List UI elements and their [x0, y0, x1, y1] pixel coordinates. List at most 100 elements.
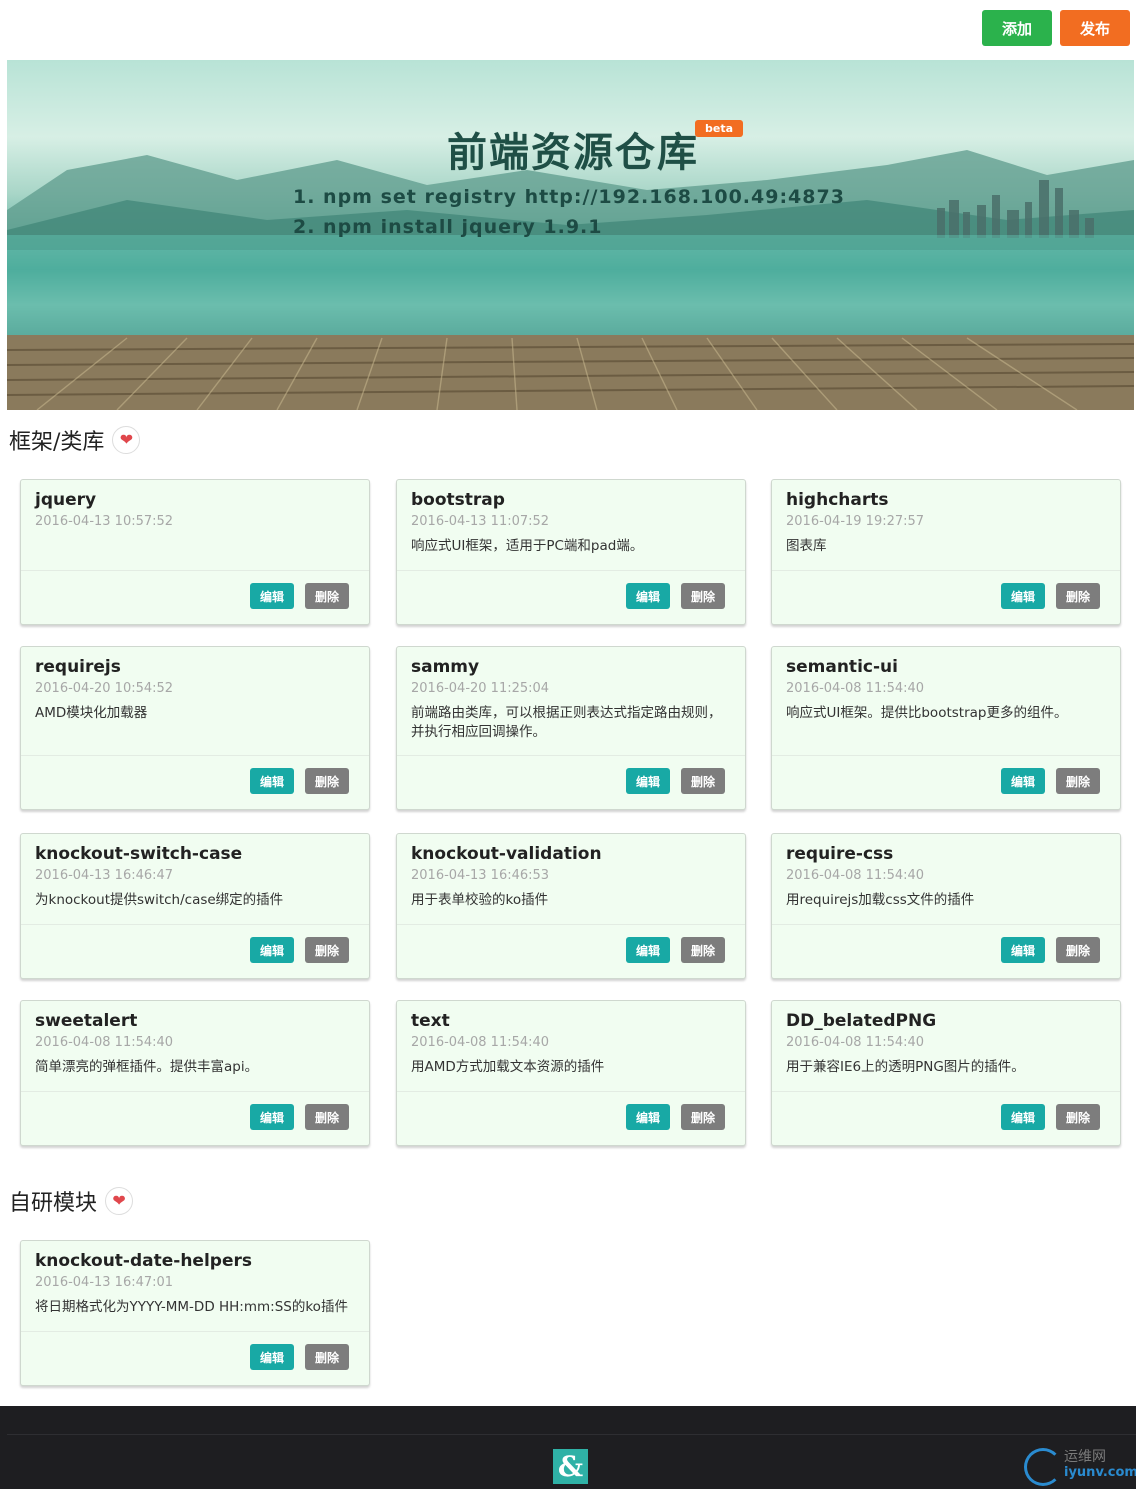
package-date: 2016-04-20 11:25:04: [411, 681, 550, 696]
package-name[interactable]: requirejs: [35, 657, 121, 677]
edit-button[interactable]: 编辑: [250, 937, 294, 963]
card-footer: 编辑 删除: [397, 755, 745, 809]
delete-button[interactable]: 删除: [305, 768, 349, 794]
delete-button[interactable]: 删除: [681, 768, 725, 794]
card-footer: 编辑 删除: [21, 570, 369, 624]
edit-button[interactable]: 编辑: [1001, 583, 1045, 609]
package-date: 2016-04-08 11:54:40: [35, 1035, 174, 1050]
package-card: jquery 2016-04-13 10:57:52 编辑 删除: [20, 479, 370, 625]
package-card: bootstrap 2016-04-13 11:07:52 响应式UI框架，适用于P…: [396, 479, 746, 625]
package-description: 响应式UI框架，适用于PC端和pad端。: [411, 538, 644, 554]
delete-button[interactable]: 删除: [305, 1104, 349, 1130]
package-name[interactable]: knockout-validation: [411, 844, 602, 864]
delete-button[interactable]: 删除: [1056, 1104, 1100, 1130]
edit-button[interactable]: 编辑: [626, 1104, 670, 1130]
delete-button[interactable]: 删除: [1056, 583, 1100, 609]
package-description: 将日期格式化为YYYY-MM-DD HH:mm:SS的ko插件: [35, 1299, 348, 1315]
card-footer: 编辑 删除: [772, 1091, 1120, 1145]
package-date: 2016-04-19 19:27:57: [786, 514, 925, 529]
publish-button[interactable]: 发布: [1060, 10, 1130, 46]
hero-banner: 前端资源仓库 beta 1. npm set registry http://1…: [7, 60, 1134, 410]
delete-button[interactable]: 删除: [305, 1344, 349, 1370]
delete-button[interactable]: 删除: [305, 583, 349, 609]
package-name[interactable]: highcharts: [786, 490, 888, 510]
edit-button[interactable]: 编辑: [1001, 1104, 1045, 1130]
package-date: 2016-04-08 11:54:40: [786, 868, 925, 883]
card-footer: 编辑 删除: [397, 924, 745, 978]
edit-button[interactable]: 编辑: [250, 1104, 294, 1130]
package-card: DD_belatedPNG 2016-04-08 11:54:40 用于兼容IE6上…: [771, 1000, 1121, 1146]
edit-button[interactable]: 编辑: [1001, 937, 1045, 963]
package-card: sweetalert 2016-04-08 11:54:40 简单漂亮的弹框插件。提…: [20, 1000, 370, 1146]
package-name[interactable]: knockout-switch-case: [35, 844, 242, 864]
card-footer: 编辑 删除: [21, 1091, 369, 1145]
install-step-2: 2. npm install jquery 1.9.1: [293, 216, 603, 238]
package-name[interactable]: bootstrap: [411, 490, 505, 510]
edit-button[interactable]: 编辑: [626, 937, 670, 963]
watermark-text-en: iyunv.com: [1064, 1465, 1136, 1480]
heart-icon[interactable]: ❤: [105, 1187, 134, 1215]
package-name[interactable]: DD_belatedPNG: [786, 1011, 936, 1031]
package-card: semantic-ui 2016-04-08 11:54:40 响应式UI框架。提供…: [771, 646, 1121, 810]
card-footer: 编辑 删除: [397, 1091, 745, 1145]
card-footer: 编辑 删除: [772, 755, 1120, 809]
package-description: 图表库: [786, 538, 827, 554]
package-description: 用于表单校验的ko插件: [411, 892, 549, 908]
watermark-logo-icon: [1024, 1448, 1062, 1486]
package-description: 简单漂亮的弹框插件。提供丰富api。: [35, 1059, 259, 1075]
edit-button[interactable]: 编辑: [626, 583, 670, 609]
card-footer: 编辑 删除: [397, 570, 745, 624]
watermark-text-cn: 运维网: [1064, 1449, 1106, 1465]
banner-title: 前端资源仓库: [447, 129, 699, 176]
edit-button[interactable]: 编辑: [250, 1344, 294, 1370]
package-name[interactable]: jquery: [35, 490, 96, 510]
card-footer: 编辑 删除: [772, 570, 1120, 624]
edit-button[interactable]: 编辑: [626, 768, 670, 794]
section-title: 自研模块: [9, 1191, 98, 1216]
package-date: 2016-04-13 11:07:52: [411, 514, 550, 529]
heart-icon[interactable]: ❤: [112, 426, 141, 454]
package-date: 2016-04-08 11:54:40: [786, 1035, 925, 1050]
package-date: 2016-04-13 16:47:01: [35, 1275, 174, 1290]
card-footer: 编辑 删除: [21, 924, 369, 978]
package-card: text 2016-04-08 11:54:40 用AMD方式加载文本资源的插件 编辑…: [396, 1000, 746, 1146]
add-button[interactable]: 添加: [982, 10, 1052, 46]
package-description: 为knockout提供switch/case绑定的插件: [35, 892, 284, 908]
install-step-1: 1. npm set registry http://192.168.100.4…: [293, 186, 845, 208]
delete-button[interactable]: 删除: [1056, 768, 1100, 794]
package-name[interactable]: sweetalert: [35, 1011, 137, 1031]
package-card: highcharts 2016-04-19 19:27:57 图表库编辑 删除: [771, 479, 1121, 625]
delete-button[interactable]: 删除: [1056, 937, 1100, 963]
delete-button[interactable]: 删除: [681, 937, 725, 963]
package-description: 用requirejs加载css文件的插件: [786, 892, 975, 908]
watermark: 运维网 iyunv.com: [1024, 1446, 1136, 1486]
edit-button[interactable]: 编辑: [250, 583, 294, 609]
package-name[interactable]: semantic-ui: [786, 657, 898, 677]
delete-button[interactable]: 删除: [305, 937, 349, 963]
card-footer: 编辑 删除: [21, 1331, 369, 1385]
edit-button[interactable]: 编辑: [250, 768, 294, 794]
package-card: requirejs 2016-04-20 10:54:52 AMD模块化加载器 编辑删…: [20, 646, 370, 810]
package-name[interactable]: sammy: [411, 657, 479, 677]
delete-button[interactable]: 删除: [681, 583, 725, 609]
package-card: knockout-date-helpers 2016-04-13 16:47:01…: [20, 1240, 370, 1386]
package-card: knockout-validation 2016-04-13 16:46:53 用于…: [396, 833, 746, 979]
package-description: 前端路由类库，可以根据正则表达式指定路由规则，并执行相应回调操作。: [411, 705, 722, 740]
package-card: require-css 2016-04-08 11:54:40 用requirejs…: [771, 833, 1121, 979]
package-description: 用AMD方式加载文本资源的插件: [411, 1059, 605, 1075]
delete-button[interactable]: 删除: [681, 1104, 725, 1130]
package-description: 用于兼容IE6上的透明PNG图片的插件。: [786, 1059, 1025, 1075]
beta-badge: beta: [695, 120, 744, 137]
package-name[interactable]: require-css: [786, 844, 893, 864]
top-toolbar: 添加 发布: [982, 10, 1130, 46]
section-frameworks-heading: 框架/类库 ❤: [9, 424, 141, 456]
package-card: sammy 2016-04-20 11:25:04 前端路由类库，可以根据正则表达式…: [396, 646, 746, 810]
package-date: 2016-04-13 10:57:52: [35, 514, 174, 529]
section-title: 框架/类库: [9, 430, 105, 455]
package-description: 响应式UI框架。提供比bootstrap更多的组件。: [786, 705, 1068, 721]
package-name[interactable]: text: [411, 1011, 450, 1031]
page-footer: & 运维网 iyunv.com: [0, 1406, 1136, 1489]
package-card: knockout-switch-case 2016-04-13 16:46:47 为…: [20, 833, 370, 979]
edit-button[interactable]: 编辑: [1001, 768, 1045, 794]
package-name[interactable]: knockout-date-helpers: [35, 1251, 252, 1271]
